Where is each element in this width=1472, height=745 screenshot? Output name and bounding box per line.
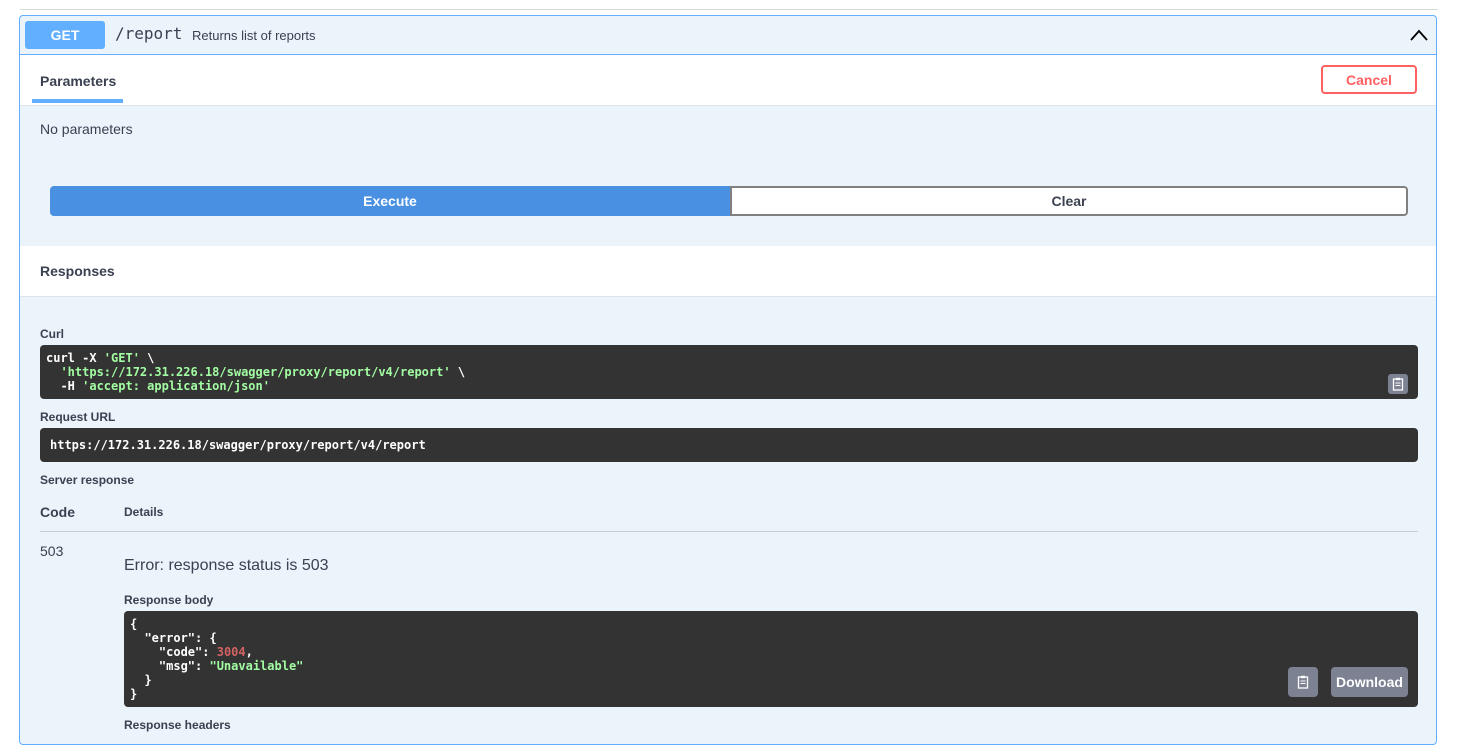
- tab-bar: Parameters Cancel: [20, 55, 1436, 106]
- cancel-button[interactable]: Cancel: [1321, 65, 1417, 94]
- execute-wrapper: Execute Clear: [50, 186, 1408, 216]
- no-parameters-text: No parameters: [40, 121, 133, 137]
- operation-summary[interactable]: GET /report Returns list of reports: [20, 16, 1436, 55]
- chevron-up-icon[interactable]: [1408, 26, 1430, 44]
- request-url-block: https://172.31.226.18/swagger/proxy/repo…: [40, 428, 1418, 462]
- execute-button[interactable]: Execute: [50, 186, 730, 216]
- tab-active-indicator: [32, 99, 123, 103]
- copy-response-button[interactable]: [1288, 667, 1318, 697]
- clipboard-icon: [1297, 675, 1309, 689]
- responses-header: Responses: [20, 246, 1436, 297]
- table-divider: [40, 531, 1418, 532]
- divider: [20, 9, 1438, 10]
- curl-label: Curl: [40, 327, 64, 341]
- tab-parameters[interactable]: Parameters: [40, 73, 116, 89]
- request-url-label: Request URL: [40, 410, 116, 424]
- curl-command-block: curl -X 'GET' \ 'https://172.31.226.18/s…: [40, 345, 1418, 399]
- details-column-header: Details: [124, 505, 164, 519]
- download-button[interactable]: Download: [1331, 667, 1408, 697]
- clear-button[interactable]: Clear: [730, 186, 1408, 216]
- method-badge: GET: [25, 21, 105, 49]
- response-body-block: { "error": { "code": 3004, "msg": "Unava…: [124, 611, 1418, 707]
- clipboard-icon: [1392, 377, 1404, 391]
- responses-title: Responses: [40, 263, 115, 279]
- operation-path: /report: [115, 24, 183, 43]
- operation-description: Returns list of reports: [192, 28, 316, 43]
- response-status-code: 503: [40, 543, 64, 559]
- operation-block-get-report: GET /report Returns list of reports Para…: [19, 15, 1437, 745]
- copy-curl-button[interactable]: [1388, 374, 1408, 394]
- code-column-header: Code: [40, 504, 75, 520]
- response-error-text: Error: response status is 503: [124, 557, 329, 574]
- server-response-label: Server response: [40, 473, 135, 487]
- response-body-label: Response body: [124, 593, 214, 607]
